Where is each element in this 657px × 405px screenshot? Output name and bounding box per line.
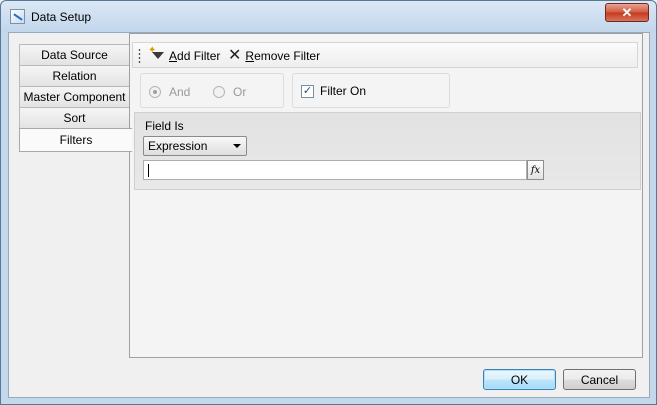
filters-panel: Add Filter ✕ Remove Filter And Or [129, 33, 643, 358]
cancel-button[interactable]: Cancel [563, 369, 636, 390]
or-label: Or [233, 85, 247, 99]
filter-on-checkbox-row[interactable]: ✓ Filter On [301, 84, 366, 98]
add-filter-label: dd Filter [177, 48, 221, 63]
filter-condition-box: Field Is Expression fx [134, 112, 641, 190]
field-type-value: Expression [148, 139, 208, 153]
title-bar[interactable]: Data Setup ✕ [1, 1, 656, 32]
ok-button[interactable]: OK [483, 369, 556, 390]
add-filter-button[interactable]: Add Filter [148, 45, 221, 65]
tab-filters[interactable]: Filters [19, 128, 132, 152]
tab-sort[interactable]: Sort [19, 107, 129, 129]
and-label: And [169, 85, 191, 99]
remove-filter-button[interactable]: ✕ Remove Filter [228, 46, 320, 65]
filter-on-checkbox[interactable]: ✓ [301, 84, 314, 98]
toolbar-grip[interactable] [138, 48, 141, 63]
expression-input[interactable] [143, 160, 527, 180]
tab-data-source[interactable]: Data Source [19, 44, 129, 66]
and-radio[interactable]: And [149, 85, 190, 99]
close-button[interactable]: ✕ [605, 3, 649, 22]
filter-on-label: Filter On [320, 84, 367, 98]
and-radio-dot [149, 86, 161, 98]
window-title: Data Setup [31, 10, 92, 24]
remove-icon: ✕ [228, 46, 242, 64]
remove-filter-accel: R [245, 48, 255, 63]
or-radio[interactable]: Or [213, 85, 246, 99]
field-is-label: Field Is [145, 119, 184, 133]
filter-on-group: ✓ Filter On [292, 73, 450, 108]
dialog-window: Data Setup ✕ Data Source Relation Master… [0, 0, 657, 405]
tab-master-component[interactable]: Master Component [19, 86, 129, 108]
add-filter-icon [148, 45, 167, 64]
dialog-client-area: Data Source Relation Master Component So… [8, 32, 650, 398]
chevron-down-icon [233, 144, 241, 148]
or-radio-dot [213, 86, 225, 98]
text-caret [148, 163, 149, 177]
add-filter-accel: A [169, 48, 178, 63]
filter-toolbar: Add Filter ✕ Remove Filter [132, 42, 638, 68]
tab-relation[interactable]: Relation [19, 65, 129, 87]
logic-group: And Or [140, 73, 284, 108]
tab-strip: Data Source Relation Master Component So… [19, 44, 132, 152]
expression-editor-button[interactable]: fx [527, 160, 544, 180]
app-icon [10, 9, 25, 24]
field-type-select[interactable]: Expression [143, 136, 247, 156]
remove-filter-label: emove Filter [254, 48, 321, 63]
